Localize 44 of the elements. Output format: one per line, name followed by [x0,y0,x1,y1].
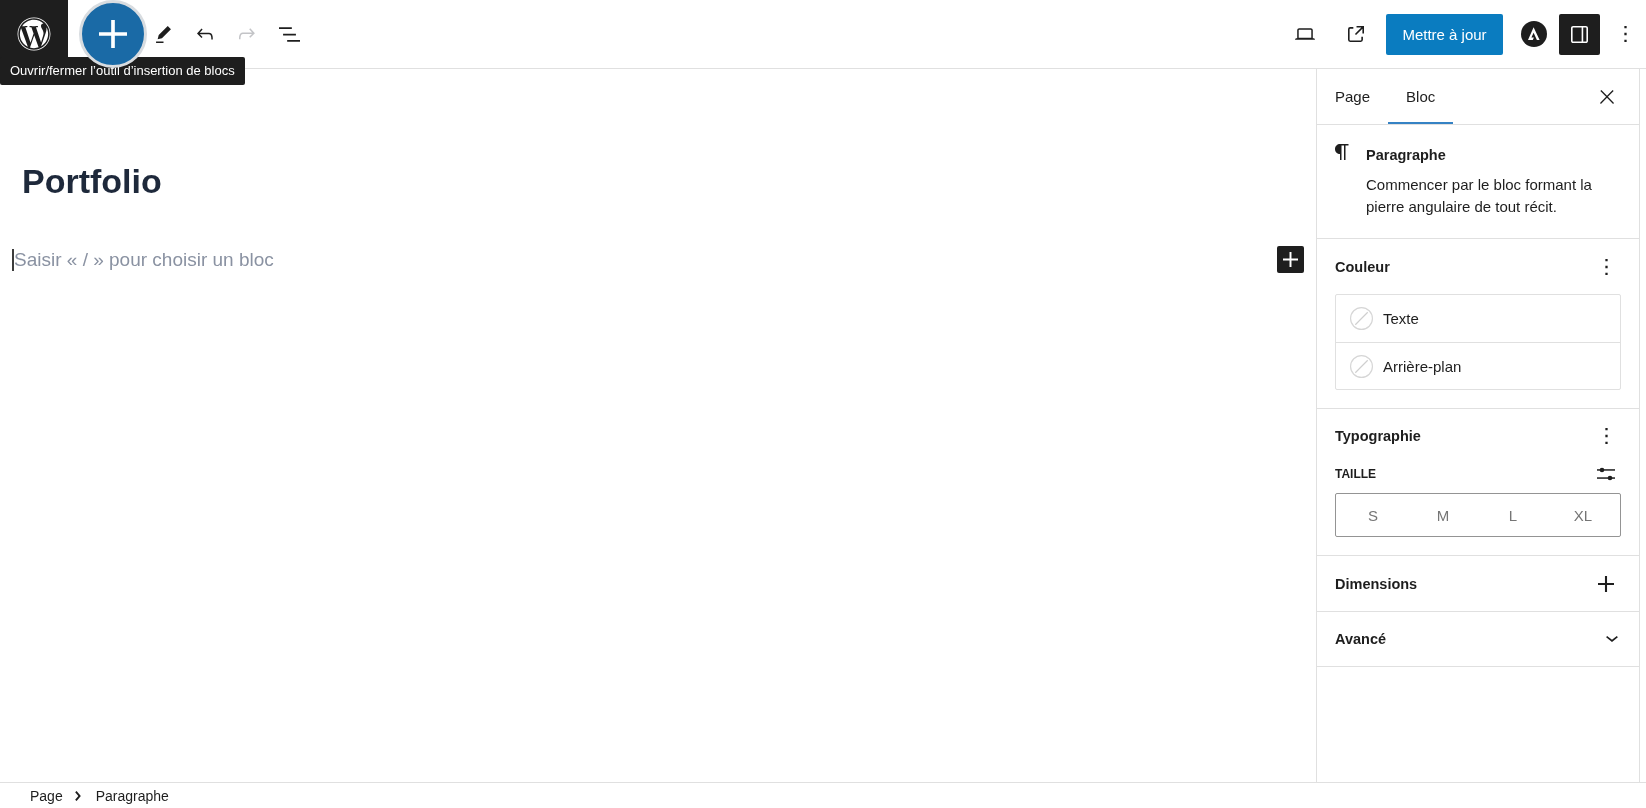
circle-a-logo-icon [1521,21,1547,47]
panel-title: Couleur [1335,258,1390,275]
breadcrumb-current: Paragraphe [95,786,169,805]
panel-toggle[interactable]: Avancé [1317,612,1639,667]
pilcrow-icon [1335,144,1349,160]
sidebar-panel-icon [1571,25,1588,43]
more-options-icon [1604,428,1608,444]
size-option[interactable]: L [1479,497,1547,533]
close-icon [1600,89,1614,104]
post-title[interactable]: Portfolio [22,161,162,202]
external-link-icon [1348,26,1364,42]
more-options-icon [1623,26,1627,42]
laptop-icon [1295,28,1315,40]
list-view-icon [278,26,300,42]
size-option[interactable]: S [1339,497,1407,533]
undo-icon [197,28,213,40]
panel-title: Dimensions [1335,575,1418,592]
update-button[interactable]: Mettre à jour [1386,13,1503,55]
chevron-right-icon [74,790,81,801]
add-block-button[interactable] [1277,246,1304,273]
settings-toggle-button[interactable] [1559,13,1600,55]
empty-swatch-icon [1350,354,1373,378]
panel-title: Typographie [1335,428,1421,444]
color-setting-button[interactable]: Texte [1336,295,1620,342]
block-name: Paragraphe [1366,146,1447,165]
block-description: Commencer par le bloc formant la pierre angulaire de tout récit. [1366,175,1593,217]
sidebar-tab[interactable]: Bloc [1388,69,1454,124]
size-option[interactable]: XL [1549,497,1617,533]
circle-w-logo-icon [17,17,51,51]
plus-icon [99,20,127,48]
sliders-icon [1597,467,1615,481]
plus-icon [1283,252,1298,267]
chevron-down-icon [1606,636,1618,642]
color-setting-button[interactable]: Arrière-plan [1336,342,1620,389]
empty-swatch-icon [1350,307,1373,330]
pencil-icon [155,25,171,43]
size-label: TAILLE [1335,467,1377,481]
paragraph-input[interactable]: Saisir « / » pour choisir un bloc [12,248,712,271]
redo-icon [239,28,255,40]
breadcrumb-link[interactable]: Page [30,786,63,805]
sidebar-tab[interactable]: Page [1317,69,1389,124]
more-options-icon [1604,258,1608,275]
size-option[interactable]: M [1409,497,1477,533]
plus-icon [1598,575,1614,592]
